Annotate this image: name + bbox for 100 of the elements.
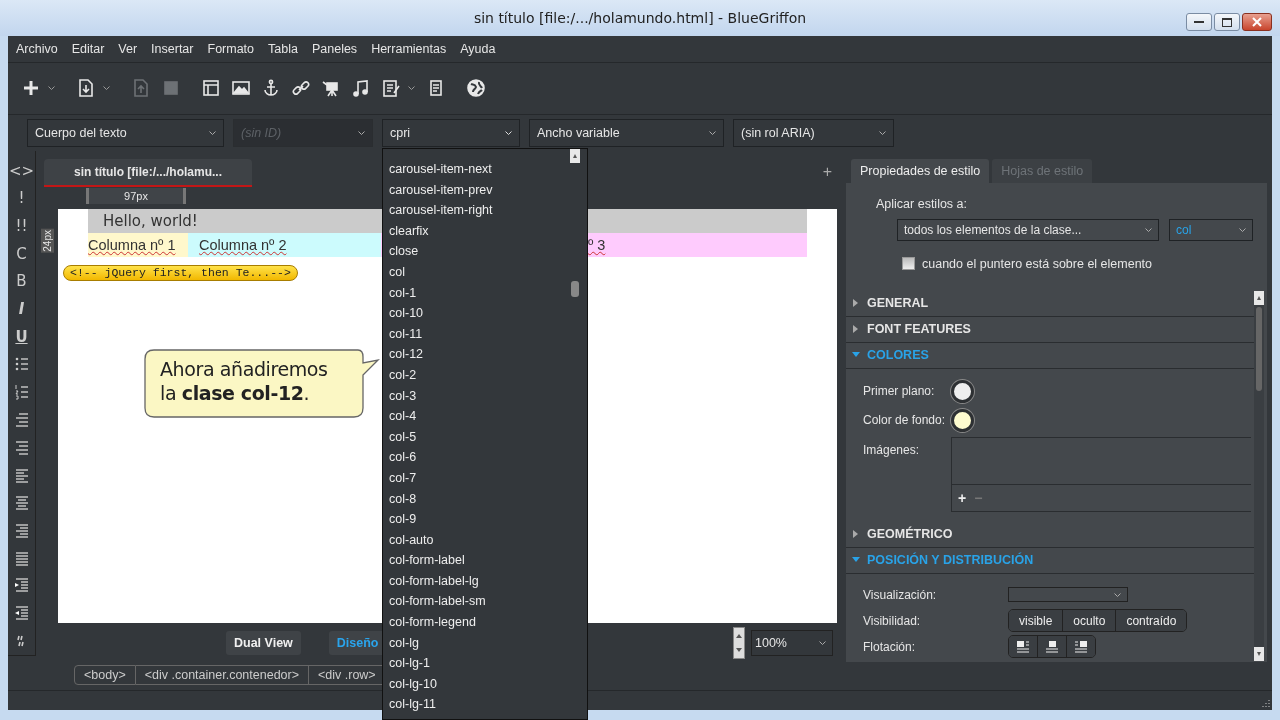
visibility-option[interactable]: visible [1009,610,1063,632]
caret-icon[interactable] [48,86,55,91]
indent-icon[interactable] [13,577,30,595]
zoom-select[interactable]: 100% [751,629,833,656]
section-header[interactable]: GEOMÉTRICO [846,521,1254,548]
toolbar-button[interactable] [467,79,485,98]
dropdown-option[interactable]: col-lg-1 [389,653,430,674]
float-button[interactable] [1066,636,1095,658]
visibility-option[interactable]: oculto [1062,610,1116,632]
numbered-icon[interactable] [13,383,30,401]
format-tool[interactable]: C [16,244,27,263]
align-left-icon[interactable] [13,466,30,484]
images-list[interactable]: + − [951,436,1251,512]
dl-icon[interactable] [13,411,30,429]
dropdown-option[interactable]: close [389,241,419,262]
dropdown-option[interactable]: col-8 [389,488,417,510]
dropdown-option[interactable]: col-4 [389,406,417,427]
dropdown-option[interactable]: col-form-label-sm [389,591,486,613]
dropdown-option[interactable]: col-11 [389,323,423,345]
justify-icon[interactable] [13,549,30,567]
menu-item[interactable]: Archivo [16,42,58,56]
dropdown-option[interactable]: col-lg-11 [389,694,436,716]
menu-item[interactable]: Herramientas [371,42,447,56]
segmented-control[interactable] [1008,635,1096,659]
dd-icon[interactable] [13,438,30,456]
format-tool[interactable]: !! [15,217,28,235]
toolbar-button[interactable] [22,79,55,98]
section-header[interactable]: FONT FEATURES [846,316,1254,343]
toolbar-button[interactable] [232,79,250,98]
dropdown-option[interactable]: col-form-legend [389,612,476,633]
dropdown-option[interactable]: col-12 [389,344,424,365]
section-header[interactable]: GENERAL [846,290,1254,317]
dropdown-option[interactable]: col-6 [389,447,417,468]
toolbar-button[interactable] [77,79,110,98]
zoom-spinner[interactable] [733,626,745,659]
format-select[interactable]: cpri [382,118,520,147]
scrollbar[interactable] [1254,290,1264,661]
dropdown-option[interactable]: col-form-label [389,550,465,571]
caret-icon[interactable] [103,86,110,91]
toolbar-button[interactable] [262,79,280,98]
resize-grip-icon[interactable] [1262,699,1270,707]
panel-tab[interactable]: Propiedades de estilo [851,158,990,183]
menu-item[interactable]: Formato [207,42,255,56]
menu-item[interactable]: Insertar [151,42,194,56]
toolbar-button[interactable] [202,79,220,98]
breadcrumb[interactable]: <body> [74,664,136,685]
scrollbar[interactable] [570,149,580,299]
segmented-control[interactable]: visible oculto contraído [1008,609,1188,633]
menu-item[interactable]: Ver [118,42,138,56]
format-tool[interactable]: <> [8,161,35,180]
dropdown-option[interactable]: col-9 [389,509,417,530]
format-tool[interactable]: B [16,272,27,291]
menu-item[interactable]: Ayuda [460,42,496,56]
minimize-button[interactable] [1186,13,1212,31]
color-swatch[interactable] [951,408,974,432]
dropdown-option[interactable]: col-lg-10 [389,673,437,695]
format-tool[interactable]: U [15,327,28,346]
dropdown-option[interactable]: col-3 [389,385,417,407]
hover-checkbox[interactable] [902,257,915,271]
target-select[interactable]: todos los elementos de la clase... [897,218,1159,241]
toolbar-button[interactable] [427,79,445,98]
dropdown-option[interactable]: col-7 [389,467,417,489]
dropdown-option[interactable]: carousel-item-next [389,159,492,180]
dropdown-option[interactable]: col-lg [389,632,419,654]
dropdown-option[interactable]: col-10 [389,303,424,324]
outdent-icon[interactable] [13,604,30,622]
format-tool[interactable]: ! [18,189,25,208]
format-select[interactable]: (sin rol ARIA) [733,118,894,147]
format-select[interactable]: Ancho variable [529,118,724,147]
dropdown-option[interactable]: col-1 [389,282,417,304]
dropdown-option[interactable]: carousel-item-right [389,200,493,221]
dropdown-option[interactable]: col [389,261,405,283]
breadcrumb[interactable]: <div .container.contenedor> [135,664,309,685]
menu-item[interactable]: Editar [71,42,105,56]
float-button[interactable] [1037,636,1066,658]
dropdown-option[interactable]: clearfix [389,220,429,242]
toolbar-button[interactable] [352,79,370,98]
menu-item[interactable]: Paneles [311,42,358,56]
align-center-icon[interactable] [13,494,30,512]
menu-item[interactable]: Tabla [268,42,298,56]
dropdown-option[interactable]: col-2 [389,364,417,386]
format-tool[interactable]: I [18,300,25,319]
toolbar-button[interactable] [382,79,415,98]
add-tab-button[interactable]: + [822,162,832,181]
caret-icon[interactable] [408,86,415,91]
format-select[interactable]: Cuerpo del texto [27,118,224,147]
dropdown-option[interactable]: col-form-label-lg [389,570,479,592]
close-button[interactable] [1242,13,1272,31]
bullets-icon[interactable] [13,355,30,373]
color-swatch[interactable] [951,379,974,403]
align-right-icon[interactable] [13,521,30,539]
document-tab[interactable]: sin título [file:/.../holamu... [44,158,252,187]
dropdown-option[interactable]: carousel-item-prev [389,179,493,201]
toolbar-button[interactable] [292,79,310,98]
float-button[interactable] [1009,636,1037,658]
toolbar-button[interactable] [322,79,340,98]
comment-tag[interactable]: <!-- jQuery first, then Te...--> [63,264,298,281]
add-button[interactable]: + [958,489,967,506]
visibility-option[interactable]: contraído [1115,610,1187,632]
view-button[interactable]: Dual View [226,630,301,655]
